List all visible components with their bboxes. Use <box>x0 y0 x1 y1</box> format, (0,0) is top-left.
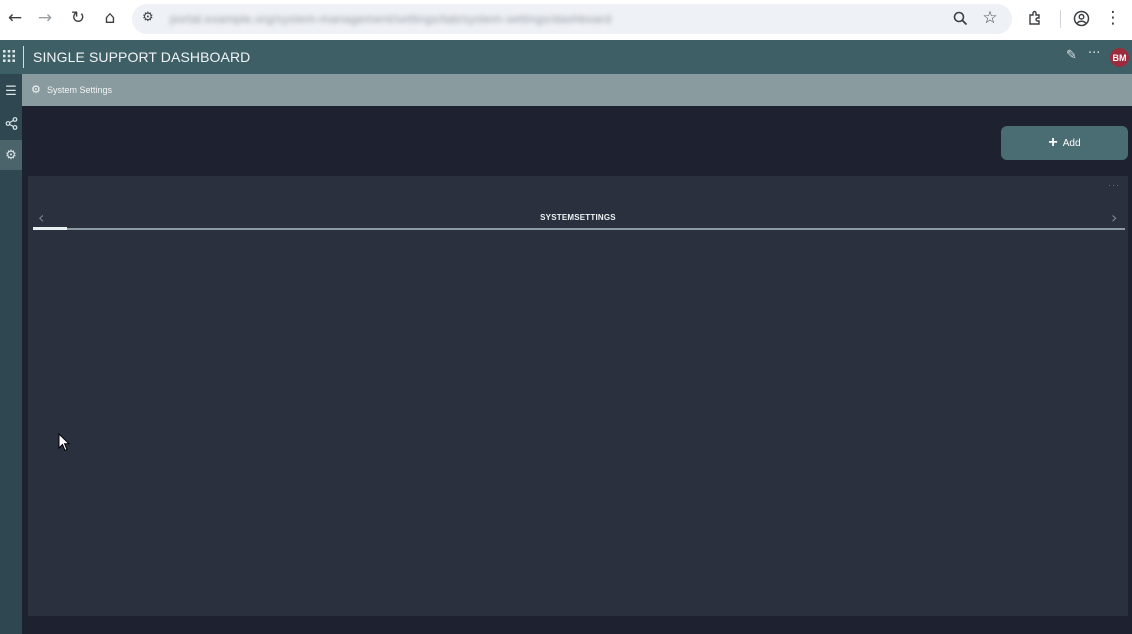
toolbar-divider <box>1060 10 1061 28</box>
zoom-icon[interactable] <box>948 6 972 30</box>
profile-icon[interactable] <box>1069 6 1093 30</box>
sidebar: ☰ ⚙ <box>0 74 22 634</box>
more-icon[interactable]: ⋮ <box>1101 6 1125 30</box>
header-divider <box>23 46 24 68</box>
add-button-label: Add <box>1062 137 1081 149</box>
menu-icon[interactable]: ☰ <box>0 76 22 106</box>
edit-pencil-icon[interactable]: ✎ <box>1066 48 1077 63</box>
add-button[interactable]: + Add <box>1001 126 1128 160</box>
bookmark-star-icon[interactable]: ☆ <box>978 6 1002 30</box>
settings-panel: ··· ‹ SYSTEMSETTINGS › <box>28 176 1128 616</box>
panel-menu-icon[interactable]: ··· <box>1108 180 1120 190</box>
gear-icon[interactable]: ⚙ <box>0 140 22 170</box>
forward-icon[interactable]: → <box>33 6 57 30</box>
back-icon[interactable]: ← <box>3 6 27 30</box>
mouse-cursor-icon <box>58 433 70 452</box>
tab-underline <box>33 228 1125 230</box>
app-launcher-icon[interactable] <box>3 50 15 62</box>
url-text: portal.example.org/system-management/set… <box>170 12 612 26</box>
site-settings-icon[interactable]: ⚙ <box>142 10 154 25</box>
avatar[interactable]: BM <box>1110 48 1129 67</box>
reload-icon[interactable]: ↻ <box>66 6 90 30</box>
app-header: SINGLE SUPPORT DASHBOARD ✎ ··· BM <box>0 40 1132 74</box>
tab-active-indicator <box>33 227 67 230</box>
more-options-icon[interactable]: ··· <box>1088 46 1100 61</box>
plus-icon: + <box>1048 134 1058 151</box>
breadcrumb-label[interactable]: System Settings <box>47 85 112 95</box>
extensions-icon[interactable] <box>1023 6 1047 30</box>
main-content: + Add ··· ‹ SYSTEMSETTINGS › <box>22 106 1132 634</box>
tab-scroll-right-icon[interactable]: › <box>1111 208 1117 227</box>
tab-systemsettings[interactable]: SYSTEMSETTINGS <box>28 213 1128 222</box>
breadcrumb: ⚙ System Settings <box>22 74 1132 106</box>
app-title: SINGLE SUPPORT DASHBOARD <box>33 49 251 65</box>
gear-icon: ⚙ <box>31 83 41 96</box>
home-icon[interactable]: ⌂ <box>98 6 122 30</box>
share-nodes-icon[interactable] <box>0 108 22 138</box>
browser-toolbar: ← → ↻ ⌂ ⚙ portal.example.org/system-mana… <box>0 0 1132 40</box>
address-bar[interactable]: ⚙ portal.example.org/system-management/s… <box>132 4 1012 34</box>
